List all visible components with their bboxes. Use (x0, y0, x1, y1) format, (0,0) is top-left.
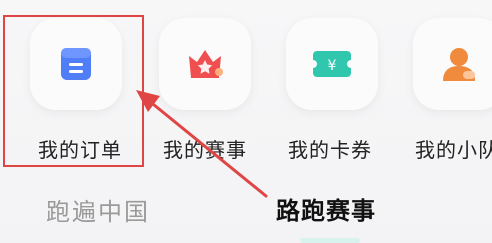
events-label[interactable]: 我的赛事 (163, 134, 247, 163)
coupons-tile[interactable]: ¥ (286, 18, 378, 110)
highlight-box (3, 15, 144, 167)
coupons-label[interactable]: 我的卡券 (288, 134, 372, 163)
section-title: 跑遍中国 (46, 198, 150, 226)
screen: ¥ 我的订单 我的赛事 我的卡券 我的小队 跑遍中国 路跑赛事 (0, 0, 492, 243)
events-tile[interactable] (159, 18, 251, 110)
crown-events-icon (189, 50, 223, 78)
annotation-text: 路跑赛事 (276, 197, 376, 225)
coupon-icon: ¥ (313, 51, 351, 77)
team-tile[interactable] (413, 18, 492, 110)
team-label[interactable]: 我的小队 (415, 134, 492, 163)
team-icon (443, 48, 475, 81)
next-item-peek (300, 238, 360, 243)
yen-glyph: ¥ (328, 58, 337, 74)
